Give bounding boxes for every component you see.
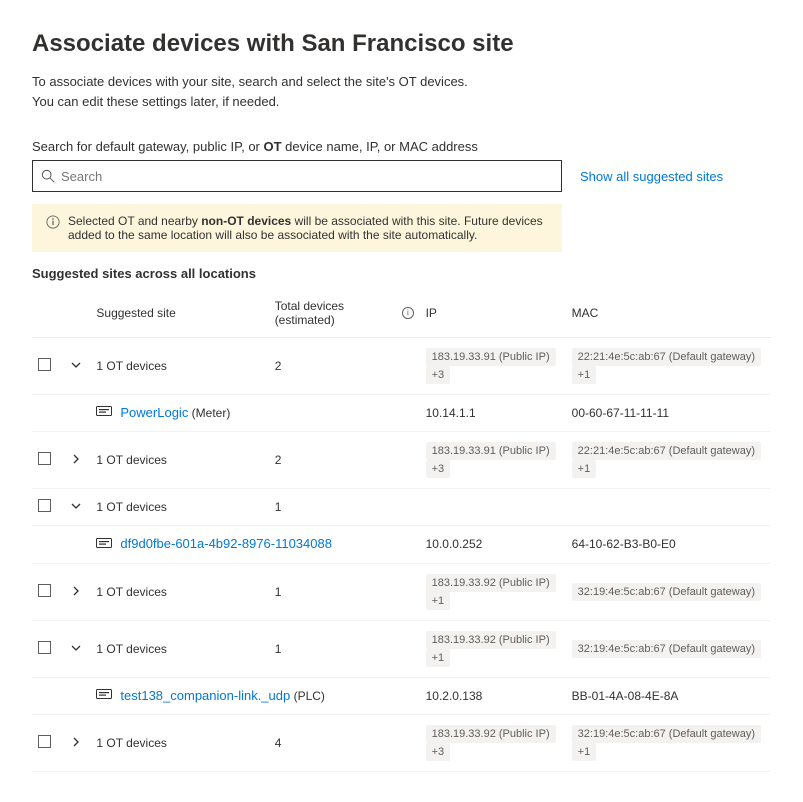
page-description: To associate devices with your site, sea… — [32, 72, 771, 111]
row-checkbox[interactable] — [38, 499, 51, 512]
mac-cell: 32:19:4e:5c:ab:67 (Default gateway) — [566, 620, 771, 677]
row-checkbox[interactable] — [38, 358, 51, 371]
device-icon — [96, 406, 112, 421]
device-name-cell: df9d0fbe-601a-4b92-8976-11034088 — [90, 526, 419, 563]
suggested-sites-table: Suggested site Total devices (estimated)… — [32, 287, 771, 772]
row-checkbox[interactable] — [38, 735, 51, 748]
device-row: PowerLogic (Meter)10.14.1.100-60-67-11-1… — [32, 395, 771, 432]
search-box[interactable] — [32, 160, 562, 192]
device-name-cell: PowerLogic (Meter) — [90, 395, 419, 432]
table-row: 1 OT devices2183.19.33.91 (Public IP)+32… — [32, 338, 771, 395]
section-title: Suggested sites across all locations — [32, 266, 771, 281]
suggested-site-cell: 1 OT devices — [90, 714, 268, 771]
chevron-down-icon[interactable] — [70, 500, 82, 512]
row-checkbox[interactable] — [38, 452, 51, 465]
device-name-link[interactable]: PowerLogic — [120, 405, 188, 420]
mac-cell: 32:19:4e:5c:ab:67 (Default gateway) — [566, 563, 771, 620]
ip-cell: 183.19.33.92 (Public IP)+3 — [420, 714, 566, 771]
device-mac-cell: 64-10-62-B3-B0-E0 — [566, 526, 771, 563]
search-input[interactable] — [61, 169, 553, 184]
search-icon — [41, 169, 55, 183]
table-row: 1 OT devices1183.19.33.92 (Public IP)+13… — [32, 563, 771, 620]
device-ip-cell: 10.0.0.252 — [420, 526, 566, 563]
device-ip-cell: 10.14.1.1 — [420, 395, 566, 432]
col-header-total[interactable]: Total devices (estimated) i — [269, 287, 420, 338]
ip-cell — [420, 489, 566, 526]
suggested-site-cell: 1 OT devices — [90, 563, 268, 620]
mac-cell: 22:21:4e:5c:ab:67 (Default gateway)+1 — [566, 432, 771, 489]
page-title: Associate devices with San Francisco sit… — [32, 30, 771, 58]
table-row: 1 OT devices1 — [32, 489, 771, 526]
table-row: 1 OT devices2183.19.33.91 (Public IP)+32… — [32, 432, 771, 489]
col-header-ip[interactable]: IP — [420, 287, 566, 338]
info-banner: Selected OT and nearby non-OT devices wi… — [32, 204, 562, 252]
chevron-down-icon[interactable] — [70, 642, 82, 654]
total-devices-cell: 1 — [269, 620, 420, 677]
show-all-sites-link[interactable]: Show all suggested sites — [580, 169, 723, 184]
suggested-site-cell: 1 OT devices — [90, 338, 268, 395]
table-row: 1 OT devices1183.19.33.92 (Public IP)+13… — [32, 620, 771, 677]
device-name-link[interactable]: df9d0fbe-601a-4b92-8976-11034088 — [120, 536, 332, 551]
chevron-right-icon[interactable] — [70, 453, 82, 465]
device-name-link[interactable]: test138_companion-link._udp — [120, 688, 290, 703]
chevron-right-icon[interactable] — [70, 585, 82, 597]
suggested-site-cell: 1 OT devices — [90, 432, 268, 489]
info-icon[interactable]: i — [402, 307, 413, 319]
suggested-site-cell: 1 OT devices — [90, 489, 268, 526]
mac-cell: 22:21:4e:5c:ab:67 (Default gateway)+1 — [566, 338, 771, 395]
row-checkbox[interactable] — [38, 641, 51, 654]
ip-cell: 183.19.33.91 (Public IP)+3 — [420, 338, 566, 395]
total-devices-cell: 2 — [269, 432, 420, 489]
device-row: df9d0fbe-601a-4b92-8976-11034088 10.0.0.2… — [32, 526, 771, 563]
chevron-down-icon[interactable] — [70, 359, 82, 371]
total-devices-cell: 2 — [269, 338, 420, 395]
suggested-site-cell: 1 OT devices — [90, 620, 268, 677]
table-row: 1 OT devices4183.19.33.92 (Public IP)+33… — [32, 714, 771, 771]
device-icon — [96, 689, 112, 704]
info-icon — [46, 215, 60, 229]
mac-cell — [566, 489, 771, 526]
chevron-right-icon[interactable] — [70, 736, 82, 748]
ip-cell: 183.19.33.92 (Public IP)+1 — [420, 563, 566, 620]
total-devices-cell: 4 — [269, 714, 420, 771]
ip-cell: 183.19.33.92 (Public IP)+1 — [420, 620, 566, 677]
total-devices-cell: 1 — [269, 489, 420, 526]
device-icon — [96, 538, 112, 553]
mac-cell: 32:19:4e:5c:ab:67 (Default gateway)+1 — [566, 714, 771, 771]
col-header-mac[interactable]: MAC — [566, 287, 771, 338]
search-label: Search for default gateway, public IP, o… — [32, 139, 771, 154]
row-checkbox[interactable] — [38, 584, 51, 597]
col-header-site[interactable]: Suggested site — [90, 287, 268, 338]
device-mac-cell: 00-60-67-11-11-11 — [566, 395, 771, 432]
total-devices-cell: 1 — [269, 563, 420, 620]
ip-cell: 183.19.33.91 (Public IP)+3 — [420, 432, 566, 489]
